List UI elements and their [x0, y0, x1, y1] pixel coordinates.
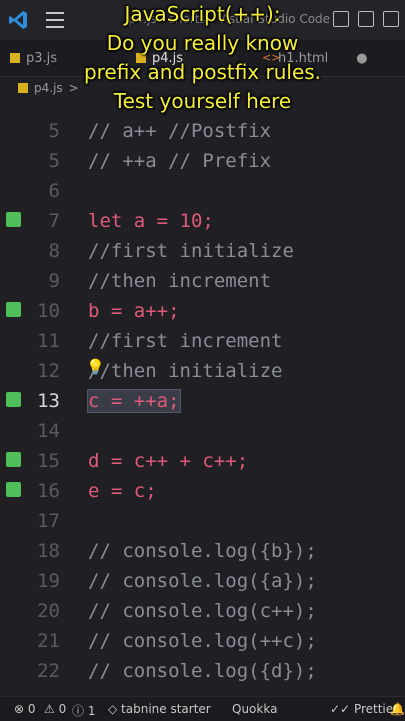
tab-p3-js[interactable]: p3.js [10, 40, 100, 76]
code-text: // a++ //Postfix [88, 120, 272, 142]
code-text: // console.log(c++); [88, 600, 317, 622]
js-file-icon [136, 53, 146, 63]
code-line: 18 // console.log({b}); [0, 536, 405, 566]
line-number: 18 [37, 540, 60, 562]
vscode-logo-icon [9, 11, 27, 29]
code-line: 19 // console.log({a}); [0, 566, 405, 596]
code-text: b = a++; [88, 300, 180, 322]
notifications-icon[interactable]: 🔔 [390, 702, 405, 716]
code-line: 6 [0, 176, 405, 206]
code-text: // console.log({d}); [88, 660, 317, 682]
js-file-icon [10, 53, 20, 63]
code-line: 12 //then initialize [0, 356, 405, 386]
status-bar: ⊗ 0 ⚠ 0 ⓘ 1 ◇ tabnine starter Quokka ✓✓ … [0, 696, 405, 721]
menu-icon[interactable] [46, 12, 64, 28]
line-number: 12 [37, 360, 60, 382]
git-change-marker[interactable] [6, 212, 21, 227]
git-change-marker[interactable] [6, 452, 21, 467]
line-number: 5 [48, 120, 60, 142]
code-line: 22 // console.log({d}); [0, 656, 405, 686]
toggle-panel-icon[interactable] [358, 11, 374, 27]
code-text: //first initialize [88, 240, 294, 262]
code-text: //then increment [88, 270, 272, 292]
quokka-status[interactable]: Quokka [232, 702, 277, 716]
line-number: 16 [37, 480, 60, 502]
code-text: //then initialize [88, 360, 283, 382]
title-bar: p4.js - shorts - Visual Studio Code [0, 0, 405, 40]
info-indicator[interactable]: ⓘ 1 [72, 702, 95, 719]
code-line: 10 b = a++; [0, 296, 405, 326]
lightbulb-icon[interactable]: 💡 [86, 358, 105, 376]
breadcrumb-separator: > [68, 81, 79, 95]
line-number: 11 [37, 330, 60, 352]
line-number: 13 [37, 390, 60, 412]
code-text: // ++a // Prefix [88, 150, 272, 172]
code-line: 14 [0, 416, 405, 446]
code-line: 5 // a++ //Postfix [0, 116, 405, 146]
code-line: 7 let a = 10; [0, 206, 405, 236]
code-line: 20 // console.log(c++); [0, 596, 405, 626]
errors-indicator[interactable]: ⊗ 0 [14, 702, 36, 716]
code-line: 16 e = c; [0, 476, 405, 506]
code-text: // console.log(++c); [88, 630, 317, 652]
code-line: 5 // ++a // Prefix [0, 146, 405, 176]
code-text: c = ++a; [87, 389, 181, 413]
unsaved-dot-icon[interactable]: ● [356, 51, 367, 66]
code-line: 15 d = c++ + c++; [0, 446, 405, 476]
line-number: 20 [37, 600, 60, 622]
line-number: 17 [37, 510, 60, 532]
git-change-marker[interactable] [6, 482, 21, 497]
code-text: // console.log({a}); [88, 570, 317, 592]
line-number: 14 [37, 420, 60, 442]
toggle-secondary-sidebar-icon[interactable] [383, 11, 399, 27]
code-line: 9 //then increment [0, 266, 405, 296]
git-change-marker[interactable] [6, 392, 21, 407]
line-number: 6 [48, 180, 60, 202]
tabnine-status[interactable]: ◇ tabnine starter [108, 702, 211, 716]
code-text: d = c++ + c++; [88, 450, 249, 472]
code-text: let a = 10; [88, 210, 214, 232]
line-number: 15 [37, 450, 60, 472]
line-number: 22 [37, 660, 60, 682]
code-line: 13 c = ++a; [0, 386, 405, 416]
prettier-status[interactable]: ✓✓ Prettier [330, 702, 398, 716]
warnings-indicator[interactable]: ⚠ 0 [44, 702, 66, 716]
js-file-icon [18, 83, 28, 93]
editor-tabs: p3.js p4.js <> h1.html ● [0, 40, 405, 77]
window-title: p4.js - shorts - Visual Studio Code [128, 12, 331, 26]
toggle-sidebar-icon[interactable] [333, 11, 349, 27]
breadcrumb: p4.js > [0, 77, 405, 99]
code-text: e = c; [88, 480, 157, 502]
breadcrumb-file[interactable]: p4.js [34, 81, 63, 95]
line-number: 7 [48, 210, 60, 232]
code-line: 11 //first increment [0, 326, 405, 356]
git-change-marker[interactable] [6, 302, 21, 317]
line-number: 8 [48, 240, 60, 262]
code-editor[interactable]: 5 // a++ //Postfix 5 // ++a // Prefix 6 7 let … [0, 116, 405, 692]
code-line: 21 // console.log(++c); [0, 626, 405, 656]
code-line: 8 //first initialize [0, 236, 405, 266]
line-number: 9 [48, 270, 60, 292]
line-number: 10 [37, 300, 60, 322]
html-file-icon: <> [262, 51, 281, 64]
line-number: 19 [37, 570, 60, 592]
tab-h1-html[interactable]: <> h1.html ● [262, 40, 382, 76]
tab-p4-js[interactable]: p4.js [128, 40, 238, 76]
code-text: //first increment [88, 330, 283, 352]
code-text: // console.log({b}); [88, 540, 317, 562]
code-line: 17 [0, 506, 405, 536]
line-number: 21 [37, 630, 60, 652]
line-number: 5 [48, 150, 60, 172]
